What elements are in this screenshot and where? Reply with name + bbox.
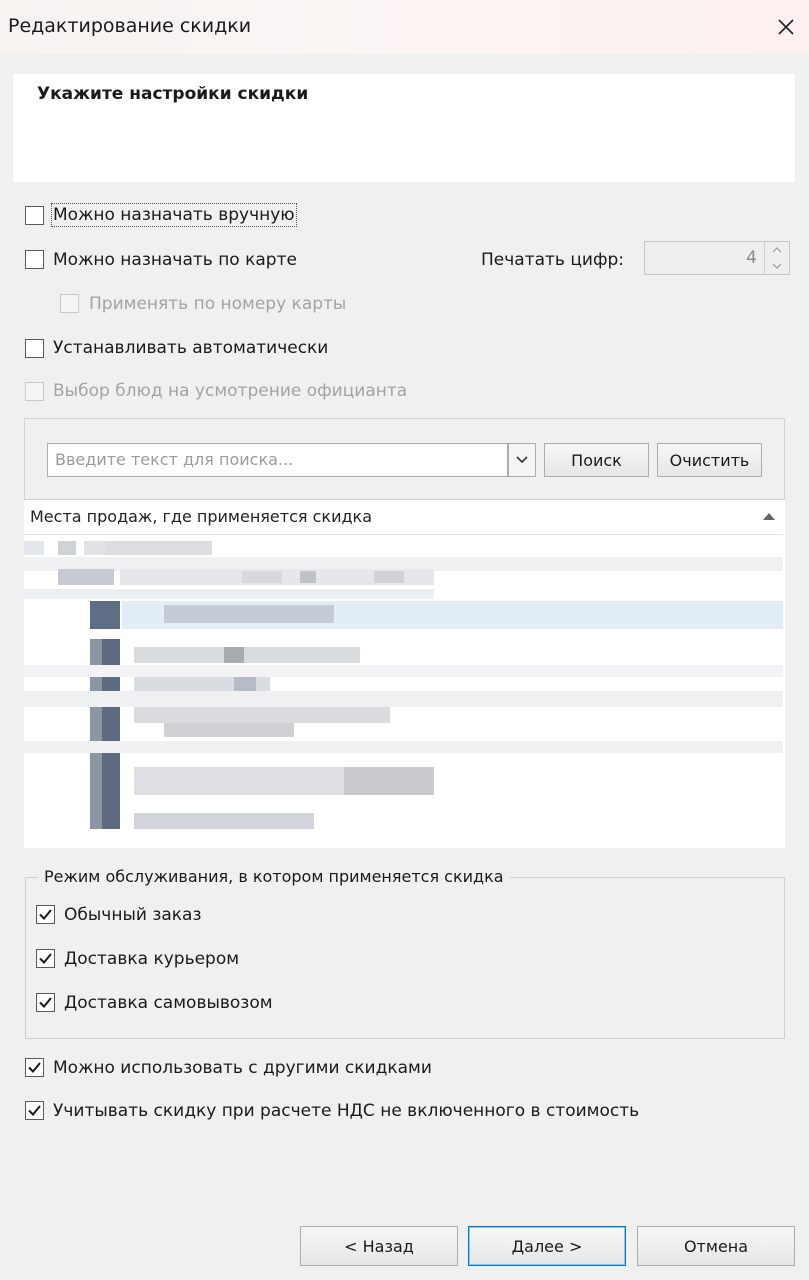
courier-delivery-checkbox[interactable]	[36, 949, 55, 968]
window-title: Редактирование скидки	[8, 15, 252, 37]
waiter-choice-checkbox	[25, 382, 44, 401]
waiter-choice-label: Выбор блюд на усмотрение официанта	[53, 381, 408, 401]
chevron-down-icon	[772, 263, 782, 269]
auto-label[interactable]: Устанавливать автоматически	[53, 338, 328, 358]
header-panel: Укажите настройки скидки	[13, 74, 795, 182]
close-icon	[778, 19, 794, 35]
regular-order-label[interactable]: Обычный заказ	[64, 905, 202, 925]
card-number-checkbox	[60, 294, 79, 313]
checkmark-icon	[28, 1062, 41, 1073]
search-dropdown-button[interactable]	[508, 443, 536, 477]
checkmark-icon	[39, 997, 52, 1008]
back-button[interactable]: < Назад	[300, 1226, 458, 1266]
sort-ascending-icon	[763, 513, 775, 520]
search-button[interactable]: Поиск	[544, 443, 649, 477]
card-number-label: Применять по номеру карты	[89, 294, 347, 314]
checkmark-icon	[39, 909, 52, 920]
title-bar: Редактирование скидки	[0, 0, 809, 54]
list-column-header[interactable]: Места продаж, где применяется скидка	[24, 500, 783, 535]
checkmark-icon	[28, 1105, 41, 1116]
vat-label[interactable]: Учитывать скидку при расчете НДС не вклю…	[53, 1101, 639, 1121]
auto-checkbox[interactable]	[25, 339, 44, 358]
redacted-tree-content	[24, 535, 783, 835]
chevron-up-icon	[772, 247, 782, 253]
print-digits-value: 4	[746, 248, 757, 268]
print-digits-label: Печатать цифр:	[481, 250, 625, 270]
spin-up-button[interactable]	[765, 242, 789, 258]
search-input[interactable]	[47, 443, 508, 477]
search-field[interactable]	[48, 444, 495, 474]
column-header-label: Места продаж, где применяется скидка	[30, 507, 372, 526]
pickup-delivery-checkbox[interactable]	[36, 993, 55, 1012]
chevron-down-icon	[516, 456, 528, 464]
manual-label[interactable]: Можно назначать вручную	[51, 203, 297, 227]
regular-order-checkbox[interactable]	[36, 905, 55, 924]
manual-checkbox[interactable]	[25, 206, 44, 225]
by-card-label[interactable]: Можно назначать по карте	[53, 250, 297, 270]
spin-down-button[interactable]	[765, 258, 789, 274]
vat-checkbox[interactable]	[25, 1101, 44, 1120]
by-card-checkbox[interactable]	[25, 250, 44, 269]
courier-delivery-label[interactable]: Доставка курьером	[64, 949, 239, 969]
combine-discounts-label[interactable]: Можно использовать с другими скидками	[53, 1058, 432, 1078]
service-mode-legend: Режим обслуживания, в котором применяетс…	[38, 867, 510, 886]
next-button[interactable]: Далее >	[468, 1226, 626, 1266]
combine-discounts-checkbox[interactable]	[25, 1058, 44, 1077]
page-heading: Укажите настройки скидки	[37, 84, 309, 104]
checkmark-icon	[39, 953, 52, 964]
pickup-delivery-label[interactable]: Доставка самовывозом	[64, 993, 273, 1013]
clear-button[interactable]: Очистить	[657, 443, 762, 477]
cancel-button[interactable]: Отмена	[637, 1226, 795, 1266]
points-of-sale-list[interactable]: Места продаж, где применяется скидка	[24, 499, 785, 848]
close-button[interactable]	[763, 0, 809, 54]
print-digits-spinner[interactable]: 4	[644, 241, 790, 275]
